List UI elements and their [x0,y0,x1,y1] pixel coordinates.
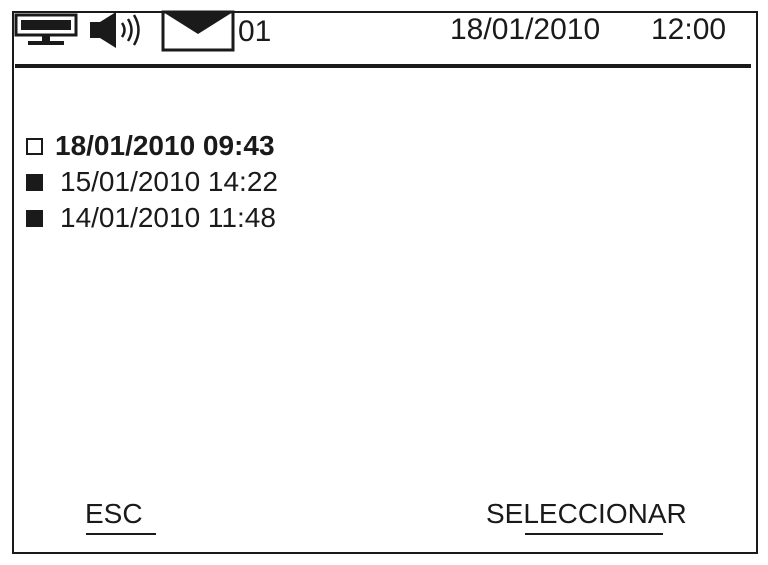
list-item[interactable]: 14/01/2010 11:48 [26,200,278,236]
status-date: 18/01/2010 [450,13,601,46]
select-button[interactable]: SELECCIONAR [486,498,687,530]
status-divider [15,64,751,68]
select-key-underline [525,533,663,535]
status-time: 12:00 [651,13,727,46]
message-count: 01 [238,15,272,48]
unread-checkbox-icon [26,137,43,155]
list-item-selected[interactable]: 18/01/2010 09:43 [26,128,278,164]
entry-datetime: 15/01/2010 14:22 [60,166,278,197]
list-item[interactable]: 15/01/2010 14:22 [26,164,278,200]
esc-button[interactable]: ESC [85,498,143,530]
status-bar: 01 18/01/2010 12:00 [0,0,768,62]
read-marker-icon [26,173,43,191]
entry-datetime: 14/01/2010 11:48 [60,202,276,233]
speaker-icon [88,10,150,50]
message-list: 18/01/2010 09:43 15/01/2010 14:22 14/01/… [26,128,278,236]
network-icon [14,12,78,48]
device-screen [12,11,758,554]
read-marker-icon [26,209,43,227]
esc-key-underline [86,533,156,535]
entry-datetime: 18/01/2010 09:43 [55,130,275,161]
envelope-icon [161,10,235,52]
